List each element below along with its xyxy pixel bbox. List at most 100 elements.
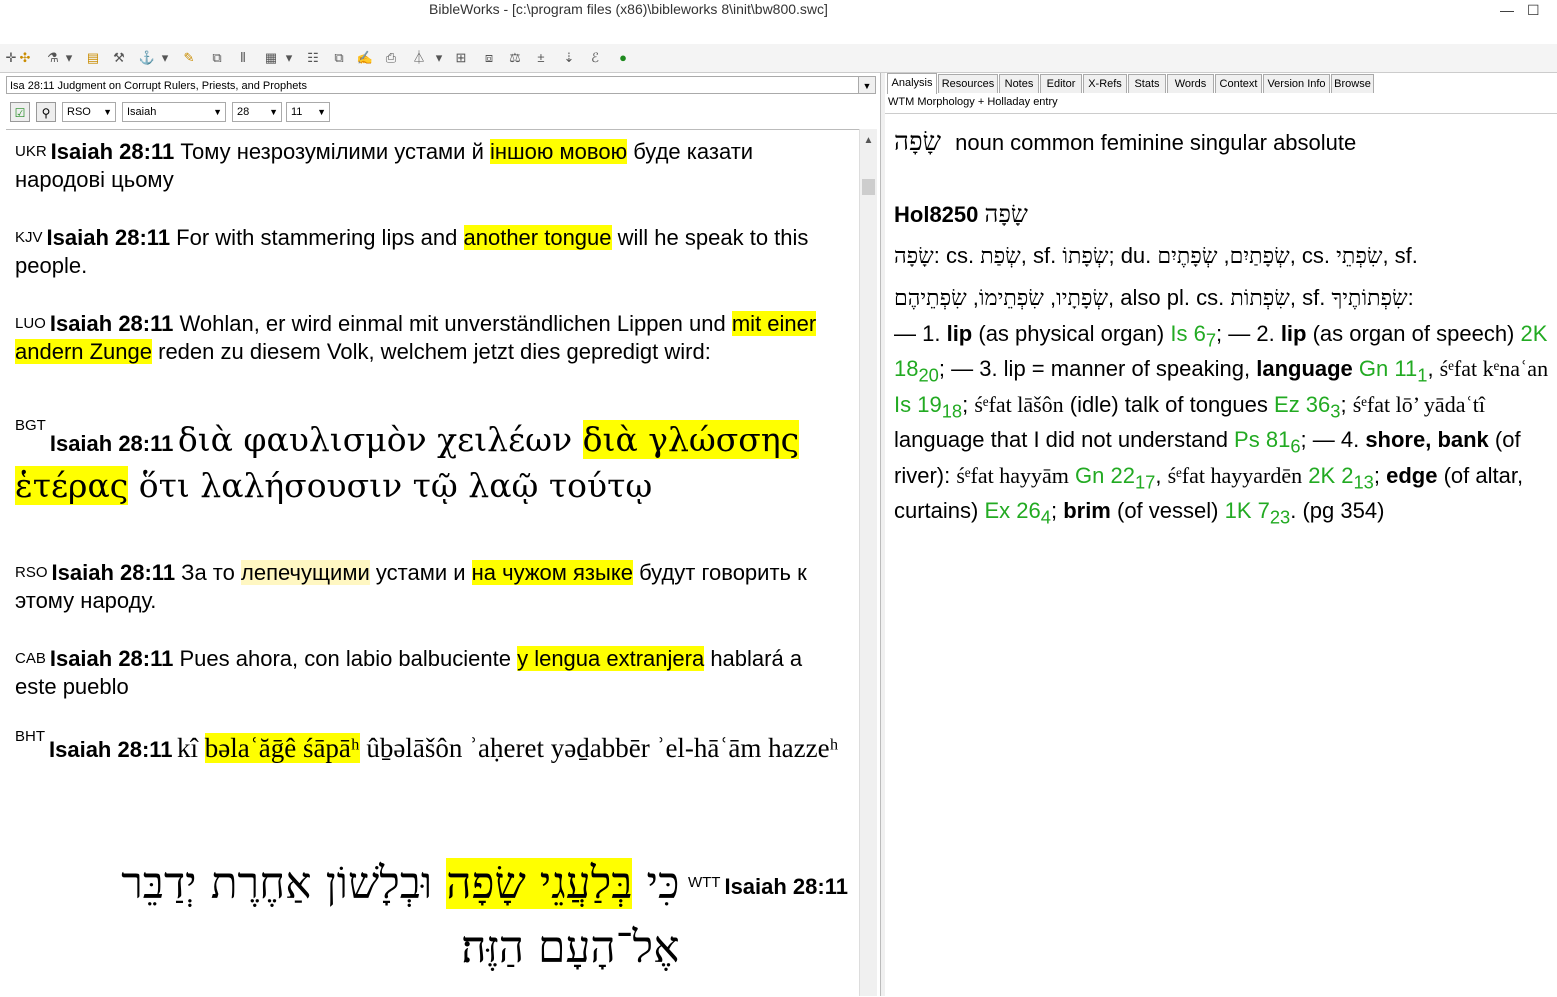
vertical-scrollbar[interactable]: ▲ [859,129,877,996]
title-bar: BibleWorks - [c:\program files (x86)\bib… [0,0,1557,22]
edit-icon[interactable]: ✍ [356,49,374,67]
xref-link[interactable]: Ez 363 [1274,392,1340,421]
entry-text: , [1217,243,1230,268]
verse-rso[interactable]: RSO Isaiah 28:11 За то лепечущими устами … [15,559,845,615]
grid-icon[interactable]: ▦ [262,49,280,67]
verse-ref: Isaiah 28:11 [49,431,174,456]
scroll-up-icon[interactable]: ▲ [860,135,877,146]
bookmark-icon[interactable]: ▤ [84,49,102,67]
menu-bar [0,22,1557,45]
verse-text: ὅτι λαλήσουσιν τῷ λαῷ τούτῳ [128,466,653,505]
verse-luo[interactable]: LUO Isaiah 28:11 Wohlan, er wird einmal m… [15,310,845,366]
link-button[interactable]: ⚲ [36,102,56,122]
version-label: UKR [15,143,47,160]
dropdown-arrow-icon[interactable]: ▾ [284,49,294,67]
tab-version-info[interactable]: Version Info [1263,74,1330,93]
version-value: RSO [67,106,91,118]
verse-wtt[interactable]: כִּי בְּלַעֲגֵי שָׂפָה וּבְלָשׁוֹן אַחֶר… [15,852,848,980]
text-icon[interactable]: ℰ [586,49,604,67]
copy-icon[interactable]: ⧉ [330,49,348,67]
entry-text: , [1043,285,1057,310]
tab-analysis[interactable]: Analysis [887,73,937,94]
analysis-tabs: Analysis Resources Notes Editor X-Refs S… [885,73,1557,94]
list-icon[interactable]: ☷ [304,49,322,67]
tab-xrefs[interactable]: X-Refs [1083,74,1127,93]
tab-words[interactable]: Words [1167,74,1214,93]
version-label: CAB [15,650,46,667]
xref-link[interactable]: Ps 816 [1234,427,1300,456]
sort-icon[interactable]: ⇣ [560,49,578,67]
minimize-button[interactable]: — [1500,2,1514,18]
layout-icon[interactable]: ⊞ [452,49,470,67]
search-options-icon[interactable]: ⚗ [44,49,62,67]
reference-field[interactable]: Isa 28:11 Judgment on Corrupt Rulers, Pr… [6,76,859,94]
verse-ref: Isaiah 28:11 [50,139,175,164]
verse-text-area: UKR Isaiah 28:11 Тому незрозумілими устам… [6,129,859,997]
wtt-label: WTT Isaiah 28:11 [688,874,848,900]
analysis-icon[interactable]: ⚖ [506,49,524,67]
verse-highlight-light: лепечущими [241,560,370,585]
xref-link[interactable]: Gn 111 [1359,356,1428,385]
version-label: KJV [15,229,43,246]
dropdown-arrow-icon[interactable]: ▾ [160,49,170,67]
verse-select[interactable]: 11 ▼ [286,102,330,122]
highlight-icon[interactable]: ✎ [180,49,198,67]
verse-cab[interactable]: CAB Isaiah 28:11 Pues ahora, con labio ba… [15,645,845,701]
chevron-down-icon: ▼ [317,107,326,117]
entry-text: , also pl. cs. [1108,285,1231,310]
crosshair-icon[interactable]: ✣ [16,49,34,67]
xref-link[interactable]: Ex 264 [984,498,1050,527]
hebrew-text: כִּי בְּלַעֲגֵי שָׂפָה וּבְלָשׁוֹן אַחֶר… [40,852,680,980]
anchor-icon[interactable]: ⚓ [138,49,156,67]
window-icon[interactable]: ⧉ [208,49,226,67]
tab-stats[interactable]: Stats [1128,74,1166,93]
parallel-icon[interactable]: ⫴ [234,49,252,67]
verse-value: 11 [291,106,303,118]
verse-bht[interactable]: BHTIsaiah 28:11 kî bəlaʿăḡê śāpāʰ ûḇəlāš… [15,728,845,769]
entry-text: , sf. [1020,243,1063,268]
verse-text: reden zu diesem Volk, welchem jetzt dies… [152,339,711,364]
verse-highlight: bəlaʿăḡê śāpāʰ [204,733,360,763]
print-icon[interactable]: ⎙ [382,49,400,67]
filter-icon[interactable]: ⏃ [410,49,428,67]
dropdown-arrow-icon[interactable]: ▾ [64,49,74,67]
dropdown-arrow-icon[interactable]: ▾ [434,49,444,67]
tab-editor[interactable]: Editor [1040,74,1082,93]
version-select[interactable]: RSO ▼ [62,102,116,122]
entry-word: שָׂפָה [984,200,1028,228]
verse-highlight: בְּלַעֲגֵי שָׂפָה [446,858,633,909]
verse-text: Wohlan, er wird einmal mit unverständlic… [173,311,732,336]
entry-id: Hol8250 [894,202,979,227]
entry-text: : [1407,285,1414,310]
hebrew-form: שִׂפְתֵימוֹ [978,286,1044,311]
verse-ref: Isaiah 28:11 [49,646,174,671]
tools-icon[interactable]: ⚒ [110,49,128,67]
chevron-down-icon: ▼ [269,107,278,117]
xref-link[interactable]: Is 67 [1170,321,1216,350]
verse-ref: Isaiah 28:11 [51,560,176,585]
reference-dropdown-button[interactable]: ▼ [858,76,876,94]
scroll-thumb[interactable] [862,179,875,195]
verse-text: כִּי [632,858,680,909]
tab-browse[interactable]: Browse [1331,74,1374,93]
xref-link[interactable]: Gn 2217 [1075,463,1155,492]
tab-resources[interactable]: Resources [938,74,998,93]
sync-check-button[interactable]: ☑ [10,102,30,122]
xref-link[interactable]: 2K 213 [1308,463,1374,492]
compare-icon[interactable]: ⧈ [480,49,498,67]
maximize-button[interactable]: ☐ [1527,2,1540,19]
entry-text: ; du. [1108,243,1158,268]
chapter-select[interactable]: 28 ▼ [232,102,282,122]
tab-context[interactable]: Context [1215,74,1262,93]
verse-ukr[interactable]: UKR Isaiah 28:11 Тому незрозумілими устам… [15,138,845,194]
xref-link[interactable]: 1K 723 [1225,498,1291,527]
add-icon[interactable]: ± [532,49,550,67]
entry-forms-line-1: שָׂפָה: cs. שְׂפַת, sf. שְׂפָתוֹ; du. שְ… [894,235,1549,277]
xref-link[interactable]: Is 1918 [894,392,962,421]
verse-bgt[interactable]: BGTIsaiah 28:11 διὰ φαυλισμὸν χειλέων δι… [15,417,845,509]
verse-kjv[interactable]: KJV Isaiah 28:11 For with stammering lips… [15,224,845,280]
globe-icon[interactable]: ● [614,49,632,67]
tab-notes[interactable]: Notes [999,74,1039,93]
verse-ref: Isaiah 28:11 [46,225,171,250]
book-select[interactable]: Isaiah ▼ [122,102,226,122]
